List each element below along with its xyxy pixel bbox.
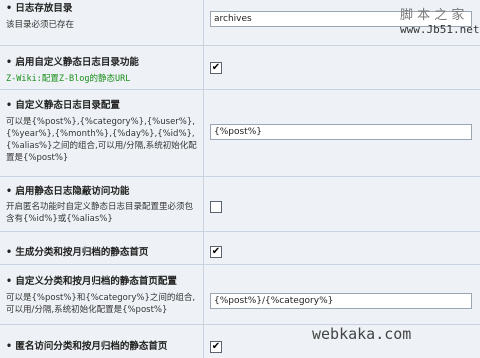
custom-dir-enable-checkbox[interactable]: ✔ — [210, 62, 222, 74]
generate-index-checkbox[interactable]: ✔ — [210, 246, 222, 258]
hidden-access-checkbox[interactable] — [210, 201, 222, 213]
setting-label-cell: • 生成分类和按月归档的静态首页 — [0, 232, 204, 264]
setting-row-custom-dir-enable: • 启用自定义静态日志目录功能 Z-Wiki:配置Z-Blog的静态URL ✔ — [0, 46, 480, 90]
setting-row-generate-index: • 生成分类和按月归档的静态首页 ✔ — [0, 232, 480, 265]
setting-title: • 匿名访问分类和按月归档的静态首页 — [6, 341, 168, 352]
webkaka-watermark: webkaka.com — [312, 325, 412, 343]
setting-title: • 生成分类和按月归档的静态首页 — [6, 247, 149, 258]
site-watermark-url: www.Jb51.net — [400, 23, 480, 36]
custom-dir-config-input[interactable]: {%post%} — [210, 124, 472, 140]
setting-title: • 启用自定义静态日志目录功能 — [6, 57, 139, 68]
setting-label-cell: • 启用自定义静态日志目录功能 Z-Wiki:配置Z-Blog的静态URL — [0, 46, 204, 89]
setting-value-cell — [204, 177, 480, 231]
index-config-input[interactable]: {%post%}/{%category%} — [210, 293, 472, 309]
setting-description: 可以是{%post%}和{%category%}之间的组合,可以用/分隔,系统初… — [6, 293, 196, 315]
setting-title: • 自定义静态日志目录配置 — [6, 100, 120, 111]
setting-label-cell: • 匿名访问分类和按月归档的静态首页 — [0, 325, 204, 358]
setting-description: 开启匿名功能时自定义静态日志目录配置里必须包含有{%id%}或{%alias%} — [6, 202, 194, 224]
anonymous-index-checkbox[interactable]: ✔ — [210, 341, 222, 353]
site-watermark-title: 脚 本 之 家 — [400, 8, 465, 23]
wiki-help-link[interactable]: Z-Wiki:配置Z-Blog的静态URL — [6, 72, 130, 84]
setting-row-custom-dir-config: • 自定义静态日志目录配置 可以是{%post%},{%category%},{… — [0, 90, 480, 177]
setting-value-cell — [204, 46, 480, 89]
setting-title: • 日志存放目录 — [6, 3, 73, 14]
setting-label-cell: • 自定义分类和按月归档的静态首页配置 可以是{%post%}和{%catego… — [0, 265, 204, 324]
setting-value-cell — [204, 232, 480, 264]
setting-label-cell: • 自定义静态日志目录配置 可以是{%post%},{%category%},{… — [0, 90, 204, 176]
setting-description: 可以是{%post%},{%category%},{%user%},{%year… — [6, 117, 197, 163]
setting-title: • 启用静态日志隐蔽访问功能 — [6, 186, 130, 197]
setting-row-hidden-access: • 启用静态日志隐蔽访问功能 开启匿名功能时自定义静态日志目录配置里必须包含有{… — [0, 177, 480, 232]
setting-label-cell: • 日志存放目录 该目录必须已存在 — [0, 0, 204, 45]
setting-description: 该目录必须已存在 — [6, 20, 75, 30]
setting-label-cell: • 启用静态日志隐蔽访问功能 开启匿名功能时自定义静态日志目录配置里必须包含有{… — [0, 177, 204, 231]
setting-row-index-config: • 自定义分类和按月归档的静态首页配置 可以是{%post%}和{%catego… — [0, 265, 480, 325]
setting-title: • 自定义分类和按月归档的静态首页配置 — [6, 276, 177, 287]
